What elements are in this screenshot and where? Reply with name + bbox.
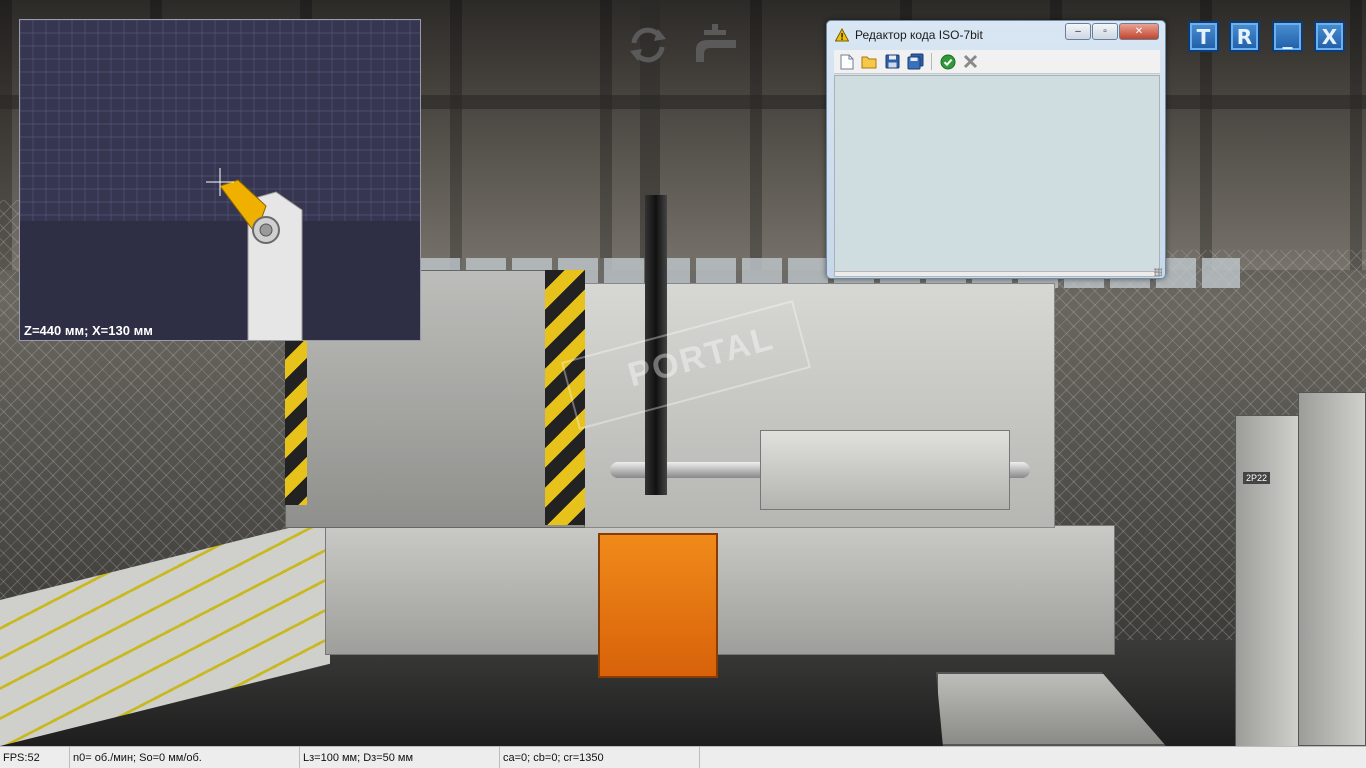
tool-preview-grid xyxy=(20,20,420,340)
lathe-bed xyxy=(325,525,1115,655)
status-dimensions: Lз=100 мм; Dз=50 мм xyxy=(300,746,500,768)
iso-code-editor-window[interactable]: Редактор кода ISO-7bit – ▫ ✕ xyxy=(826,20,1166,279)
cabinet-label: 2Р22 xyxy=(1243,472,1271,484)
editor-status-bar xyxy=(834,271,1160,277)
toolbar-separator xyxy=(931,53,932,70)
editor-titlebar[interactable]: Редактор кода ISO-7bit – ▫ ✕ xyxy=(827,21,1165,49)
new-file-icon[interactable] xyxy=(837,52,856,71)
editor-toolbar xyxy=(834,50,1160,74)
editor-title: Редактор кода ISO-7bit xyxy=(855,28,983,42)
coolant-tap-icon[interactable] xyxy=(692,22,738,68)
open-folder-icon[interactable] xyxy=(860,52,879,71)
editor-restore-button[interactable]: ▫ xyxy=(1092,23,1118,40)
clamp-screw-center xyxy=(259,223,273,237)
rotate-view-icon[interactable] xyxy=(625,22,671,68)
apron-gearbox xyxy=(598,533,718,678)
warning-icon xyxy=(835,28,849,42)
cancel-x-icon[interactable] xyxy=(961,52,980,71)
status-fps: FPS:52 xyxy=(0,746,70,768)
top-view-button[interactable]: T xyxy=(1188,21,1219,52)
editor-window-controls: – ▫ ✕ xyxy=(1065,23,1159,40)
status-empty xyxy=(700,747,1366,768)
coordinate-readout: Z=440 мм; X=130 мм xyxy=(24,323,153,338)
save-icon[interactable] xyxy=(883,52,902,71)
status-spindle: n0= об./мин; So=0 мм/об. xyxy=(70,746,300,768)
save-all-icon[interactable] xyxy=(906,52,925,71)
status-bar: FPS:52 n0= об./мин; So=0 мм/об. Lз=100 м… xyxy=(0,746,1366,768)
iso-code-textarea[interactable] xyxy=(834,75,1160,271)
reset-view-button[interactable]: R xyxy=(1229,21,1260,52)
close-app-button[interactable]: X xyxy=(1314,21,1345,52)
tool-preview-panel[interactable]: Z=440 мм; X=130 мм xyxy=(19,19,421,341)
editor-minimize-button[interactable]: – xyxy=(1065,23,1091,40)
resize-grip-icon[interactable] xyxy=(1154,268,1162,276)
editor-close-button[interactable]: ✕ xyxy=(1119,23,1159,40)
hazard-stripes xyxy=(285,340,307,505)
check-run-icon[interactable] xyxy=(938,52,957,71)
status-angles: ca=0; cb=0; cr=1350 xyxy=(500,746,700,768)
minimize-app-button[interactable]: _ xyxy=(1272,21,1303,52)
control-cabinet xyxy=(1235,415,1300,746)
control-cabinet xyxy=(1298,392,1366,746)
lathe-carriage xyxy=(760,430,1010,510)
